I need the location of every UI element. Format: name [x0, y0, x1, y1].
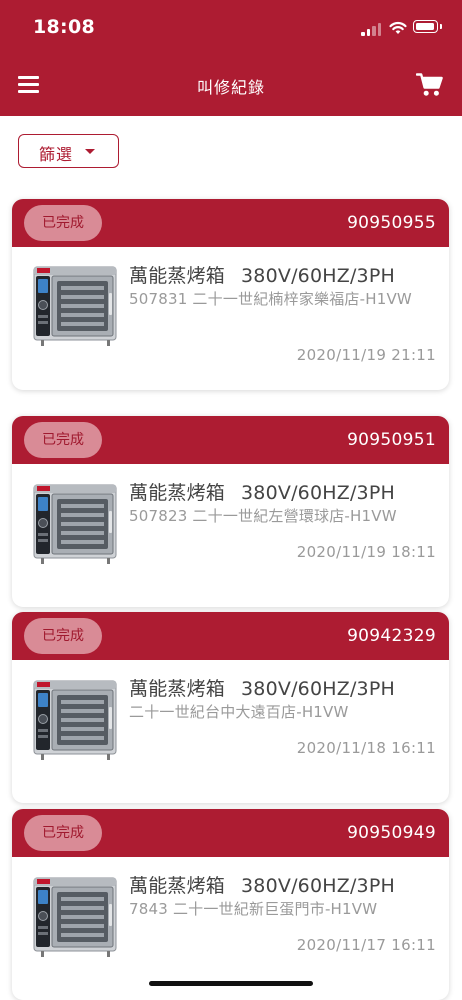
product-name: 萬能蒸烤箱 380V/60HZ/3PH	[129, 674, 395, 701]
status-badge: 已完成	[24, 205, 102, 241]
card-header: 已完成 90950951	[12, 416, 449, 464]
status-badge: 已完成	[24, 422, 102, 458]
product-title: 萬能蒸烤箱	[129, 482, 226, 504]
page-title: 叫修紀錄	[196, 78, 265, 97]
product-name: 萬能蒸烤箱 380V/60HZ/3PH	[129, 478, 395, 505]
record-timestamp: 2020/11/18 16:11	[296, 739, 436, 757]
status-badge: 已完成	[24, 815, 102, 851]
battery-icon	[413, 20, 442, 33]
wifi-icon	[389, 21, 407, 34]
order-number: 90950955	[347, 213, 436, 233]
product-name: 萬能蒸烤箱 380V/60HZ/3PH	[129, 871, 395, 898]
product-title: 萬能蒸烤箱	[129, 875, 226, 897]
product-title: 萬能蒸烤箱	[129, 678, 226, 700]
product-model: 380V/60HZ/3PH	[241, 482, 395, 504]
filter-label: 篩選	[39, 145, 74, 164]
store-location: 507823 二十一世紀左營環球店-H1VW	[129, 507, 397, 525]
record-timestamp: 2020/11/19 21:11	[296, 346, 436, 364]
oven-product-image	[31, 679, 119, 761]
record-timestamp: 2020/11/17 16:11	[296, 936, 436, 954]
product-model: 380V/60HZ/3PH	[241, 265, 395, 287]
card-header: 已完成 90950955	[12, 199, 449, 247]
service-record-card[interactable]: 已完成 90950949 萬能蒸烤箱 380V/60HZ/3PH 7843 二十一世紀新…	[12, 809, 449, 1000]
home-indicator[interactable]	[149, 981, 313, 986]
shopping-cart-icon[interactable]	[416, 72, 443, 97]
service-record-card[interactable]: 已完成 90942329 萬能蒸烤箱 380V/60HZ/3PH 二十一世紀台中大遠百店…	[12, 612, 449, 803]
status-badge: 已完成	[24, 618, 102, 654]
product-title: 萬能蒸烤箱	[129, 265, 226, 287]
card-header: 已完成 90942329	[12, 612, 449, 660]
caret-down-icon	[85, 149, 95, 154]
top-bar: 18:08 叫修紀錄	[0, 0, 462, 116]
cellular-signal-icon	[361, 23, 383, 36]
filter-button[interactable]: 篩選	[18, 134, 119, 168]
order-number: 90950951	[347, 430, 436, 450]
record-timestamp: 2020/11/19 18:11	[296, 543, 436, 561]
status-time: 18:08	[33, 16, 95, 38]
oven-product-image	[31, 483, 119, 565]
oven-product-image	[31, 265, 119, 347]
service-record-card[interactable]: 已完成 90950955 萬能蒸烤箱 380V/60HZ/3PH 507831 二十一世…	[12, 199, 449, 390]
order-number: 90942329	[347, 626, 436, 646]
order-number: 90950949	[347, 823, 436, 843]
product-model: 380V/60HZ/3PH	[241, 875, 395, 897]
card-header: 已完成 90950949	[12, 809, 449, 857]
store-location: 507831 二十一世紀楠梓家樂福店-H1VW	[129, 290, 412, 308]
store-location: 二十一世紀台中大遠百店-H1VW	[129, 703, 349, 721]
service-record-card[interactable]: 已完成 90950951 萬能蒸烤箱 380V/60HZ/3PH 507823 二十一世…	[12, 416, 449, 607]
oven-product-image	[31, 876, 119, 958]
product-name: 萬能蒸烤箱 380V/60HZ/3PH	[129, 261, 395, 288]
store-location: 7843 二十一世紀新巨蛋門市-H1VW	[129, 900, 378, 918]
product-model: 380V/60HZ/3PH	[241, 678, 395, 700]
